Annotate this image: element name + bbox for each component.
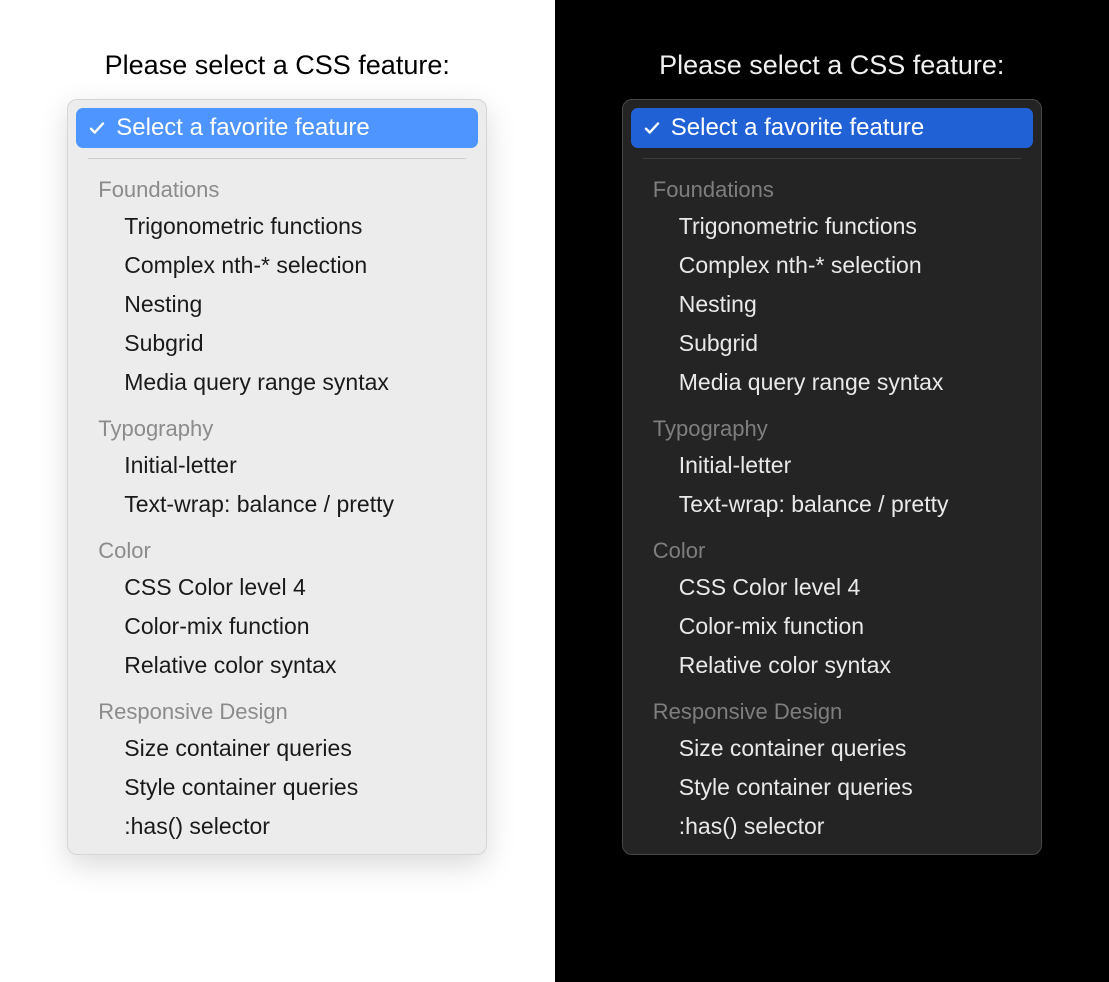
divider (88, 158, 466, 159)
option-group-label: Color (76, 524, 478, 568)
select-option[interactable]: Relative color syntax (631, 646, 1033, 685)
select-option[interactable]: Relative color syntax (76, 646, 478, 685)
select-option[interactable]: CSS Color level 4 (631, 568, 1033, 607)
option-group-label: Color (631, 524, 1033, 568)
check-icon (643, 119, 661, 137)
select-option[interactable]: Trigonometric functions (76, 207, 478, 246)
select-option[interactable]: Media query range syntax (631, 363, 1033, 402)
select-option[interactable]: Size container queries (76, 729, 478, 768)
select-option[interactable]: Size container queries (631, 729, 1033, 768)
select-option[interactable]: Initial-letter (631, 446, 1033, 485)
option-group-label: Typography (631, 402, 1033, 446)
prompt-label: Please select a CSS feature: (659, 50, 1004, 81)
option-groups: FoundationsTrigonometric functionsComple… (631, 163, 1033, 846)
select-option[interactable]: Color-mix function (76, 607, 478, 646)
select-option[interactable]: Style container queries (76, 768, 478, 807)
selected-option[interactable]: Select a favorite feature (76, 108, 478, 148)
select-option[interactable]: Style container queries (631, 768, 1033, 807)
select-option[interactable]: Media query range syntax (76, 363, 478, 402)
check-icon (88, 119, 106, 137)
select-option[interactable]: Nesting (631, 285, 1033, 324)
select-listbox[interactable]: Select a favorite feature FoundationsTri… (622, 99, 1042, 855)
selected-option-label: Select a favorite feature (116, 114, 369, 142)
dark-mode-pane: Please select a CSS feature: Select a fa… (555, 0, 1109, 982)
select-option[interactable]: Text-wrap: balance / pretty (631, 485, 1033, 524)
select-option[interactable]: Text-wrap: balance / pretty (76, 485, 478, 524)
option-group-label: Responsive Design (631, 685, 1033, 729)
select-option[interactable]: :has() selector (631, 807, 1033, 846)
select-listbox[interactable]: Select a favorite feature FoundationsTri… (67, 99, 487, 855)
selected-option[interactable]: Select a favorite feature (631, 108, 1033, 148)
selected-option-label: Select a favorite feature (671, 114, 924, 142)
select-option[interactable]: Complex nth-* selection (631, 246, 1033, 285)
select-option[interactable]: Color-mix function (631, 607, 1033, 646)
select-option[interactable]: Subgrid (631, 324, 1033, 363)
select-option[interactable]: Subgrid (76, 324, 478, 363)
option-groups: FoundationsTrigonometric functionsComple… (76, 163, 478, 846)
light-mode-pane: Please select a CSS feature: Select a fa… (0, 0, 555, 982)
select-option[interactable]: Complex nth-* selection (76, 246, 478, 285)
option-group-label: Foundations (631, 163, 1033, 207)
select-option[interactable]: Nesting (76, 285, 478, 324)
select-option[interactable]: CSS Color level 4 (76, 568, 478, 607)
option-group-label: Foundations (76, 163, 478, 207)
option-group-label: Responsive Design (76, 685, 478, 729)
prompt-label: Please select a CSS feature: (105, 50, 450, 81)
divider (643, 158, 1021, 159)
select-option[interactable]: Trigonometric functions (631, 207, 1033, 246)
option-group-label: Typography (76, 402, 478, 446)
select-option[interactable]: :has() selector (76, 807, 478, 846)
select-option[interactable]: Initial-letter (76, 446, 478, 485)
